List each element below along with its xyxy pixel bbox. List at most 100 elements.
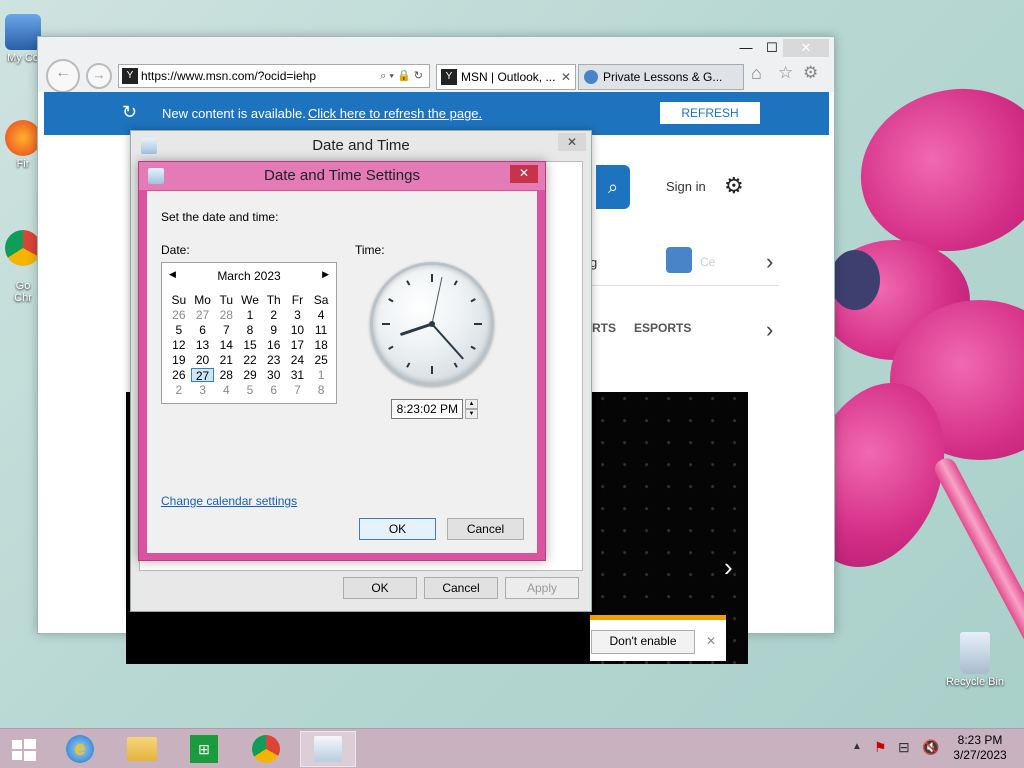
- taskbar-file-explorer[interactable]: [114, 731, 170, 767]
- calendar-day[interactable]: 28: [214, 368, 238, 382]
- calendar-day[interactable]: 28: [214, 308, 238, 322]
- close-popup-icon[interactable]: ✕: [706, 634, 716, 648]
- globe-favicon-icon: [584, 70, 598, 84]
- calendar-day[interactable]: 5: [167, 323, 191, 337]
- calendar-day[interactable]: 17: [286, 338, 310, 352]
- close-button[interactable]: ✕: [510, 165, 538, 183]
- time-up-icon[interactable]: ▲: [465, 399, 478, 409]
- calendar-day[interactable]: 7: [214, 323, 238, 337]
- calendar-day[interactable]: 1: [238, 308, 262, 322]
- settings-gear-icon[interactable]: ⚙: [724, 173, 744, 199]
- forward-button[interactable]: →: [86, 63, 112, 89]
- calendar-day[interactable]: 22: [238, 353, 262, 367]
- back-button[interactable]: ←: [46, 59, 80, 93]
- taskbar-chrome[interactable]: [238, 731, 294, 767]
- nav-sports[interactable]: RTS: [592, 321, 616, 335]
- calendar-day[interactable]: 24: [286, 353, 310, 367]
- tab-msn[interactable]: Y MSN | Outlook, ... ✕: [436, 64, 576, 90]
- calendar[interactable]: ◀ March 2023 ▶ Su Mo Tu We Th Fr Sa 26 27 28 1 2 3 4 5…: [161, 262, 337, 404]
- calendar-day[interactable]: 29: [238, 368, 262, 382]
- close-button[interactable]: ✕: [783, 39, 829, 57]
- weekday-header: We: [241, 293, 259, 307]
- calendar-day[interactable]: 16: [262, 338, 286, 352]
- cancel-button[interactable]: Cancel: [447, 518, 524, 540]
- ok-button[interactable]: OK: [359, 518, 436, 540]
- calendar-day[interactable]: 21: [214, 353, 238, 367]
- taskbar-date-time[interactable]: [300, 731, 356, 767]
- calendar-day[interactable]: 14: [214, 338, 238, 352]
- calendar-day[interactable]: 18: [309, 338, 333, 352]
- calendar-day[interactable]: 6: [191, 323, 215, 337]
- close-tab-icon[interactable]: ✕: [561, 65, 571, 89]
- calendar-month[interactable]: March 2023: [162, 269, 336, 283]
- calendar-day[interactable]: 25: [309, 353, 333, 367]
- calendar-day[interactable]: 13: [191, 338, 215, 352]
- calendar-day[interactable]: 20: [191, 353, 215, 367]
- nav-next-chevron-icon[interactable]: ›: [766, 317, 773, 343]
- tab-label: MSN | Outlook, ...: [461, 70, 556, 84]
- nav-next-chevron-icon[interactable]: ›: [766, 249, 773, 275]
- tab-private-lessons[interactable]: Private Lessons & G...: [578, 64, 744, 90]
- ok-button[interactable]: OK: [343, 577, 417, 599]
- notification-refresh-link[interactable]: Click here to refresh the page.: [308, 106, 482, 121]
- clock-tick: [406, 280, 411, 286]
- calendar-day[interactable]: 3: [191, 383, 215, 397]
- calendar-day[interactable]: 9: [262, 323, 286, 337]
- calendar-day[interactable]: 26: [167, 308, 191, 322]
- dont-enable-button[interactable]: Don't enable: [591, 630, 695, 654]
- time-input[interactable]: 8:23:02 PM: [391, 399, 463, 419]
- calendar-day[interactable]: 11: [309, 323, 333, 337]
- search-lock-refresh-icons[interactable]: ⌕ ▾ 🔒 ↻: [380, 65, 423, 87]
- calendar-day[interactable]: 4: [214, 383, 238, 397]
- calendar-clock-icon: [314, 736, 342, 762]
- close-button[interactable]: ✕: [558, 133, 586, 151]
- calendar-day[interactable]: 3: [286, 308, 310, 322]
- next-month-icon[interactable]: ▶: [322, 269, 329, 280]
- time-down-icon[interactable]: ▼: [465, 409, 478, 419]
- sign-in-link[interactable]: Sign in: [666, 179, 706, 194]
- start-button[interactable]: [0, 731, 48, 767]
- calendar-day[interactable]: 10: [286, 323, 310, 337]
- volume-muted-icon[interactable]: 🔇: [922, 739, 939, 756]
- apply-button[interactable]: Apply: [505, 577, 579, 599]
- weekday-header: Th: [266, 293, 281, 307]
- carousel-next-icon[interactable]: ›: [724, 552, 733, 583]
- calendar-day[interactable]: 6: [262, 383, 286, 397]
- network-icon[interactable]: ⊟: [898, 739, 910, 756]
- calendar-day[interactable]: 8: [309, 383, 333, 397]
- calendar-day[interactable]: 27: [191, 308, 215, 322]
- calendar-day[interactable]: 23: [262, 353, 286, 367]
- calendar-day[interactable]: 31: [286, 368, 310, 382]
- calendar-day[interactable]: 26: [167, 368, 191, 382]
- cancel-button[interactable]: Cancel: [424, 577, 498, 599]
- system-clock[interactable]: 8:23 PM 3/27/2023: [944, 733, 1016, 763]
- calendar-day[interactable]: 5: [238, 383, 262, 397]
- close-notification-icon[interactable]: ✕: [736, 99, 754, 125]
- calendar-day[interactable]: 2: [262, 308, 286, 322]
- calendar-day[interactable]: 7: [286, 383, 310, 397]
- show-hidden-icons[interactable]: ▲: [852, 741, 862, 752]
- calendar-day[interactable]: 30: [262, 368, 286, 382]
- search-icon[interactable]: ⌕: [596, 165, 630, 209]
- calendar-day-selected[interactable]: 27: [190, 368, 215, 383]
- desktop-icon-recycle-bin[interactable]: Recycle Bin: [940, 632, 1010, 688]
- nav-esports[interactable]: ESPORTS: [634, 321, 691, 335]
- calendar-day[interactable]: 4: [309, 308, 333, 322]
- calendar-day[interactable]: 2: [167, 383, 191, 397]
- calendar-day[interactable]: 19: [167, 353, 191, 367]
- taskbar-store[interactable]: ⊞: [176, 731, 232, 767]
- hand-second: [431, 276, 443, 325]
- calendar-day[interactable]: 15: [238, 338, 262, 352]
- tools-gear-icon[interactable]: ⚙: [803, 63, 818, 83]
- calendar-day[interactable]: 12: [167, 338, 191, 352]
- taskbar-internet-explorer[interactable]: e: [52, 731, 108, 767]
- home-icon[interactable]: ⌂: [751, 63, 762, 84]
- action-center-flag-icon[interactable]: ⚑: [874, 739, 887, 756]
- address-bar[interactable]: Y https://www.msn.com/?ocid=iehp ⌕ ▾ 🔒 ↻: [118, 64, 430, 88]
- favorites-star-icon[interactable]: ☆: [778, 63, 793, 83]
- calendar-day[interactable]: 1: [309, 368, 333, 382]
- clock-tick: [470, 298, 476, 303]
- weekday-header: Sa: [313, 293, 329, 307]
- calendar-day[interactable]: 8: [238, 323, 262, 337]
- change-calendar-settings-link[interactable]: Change calendar settings: [161, 494, 297, 508]
